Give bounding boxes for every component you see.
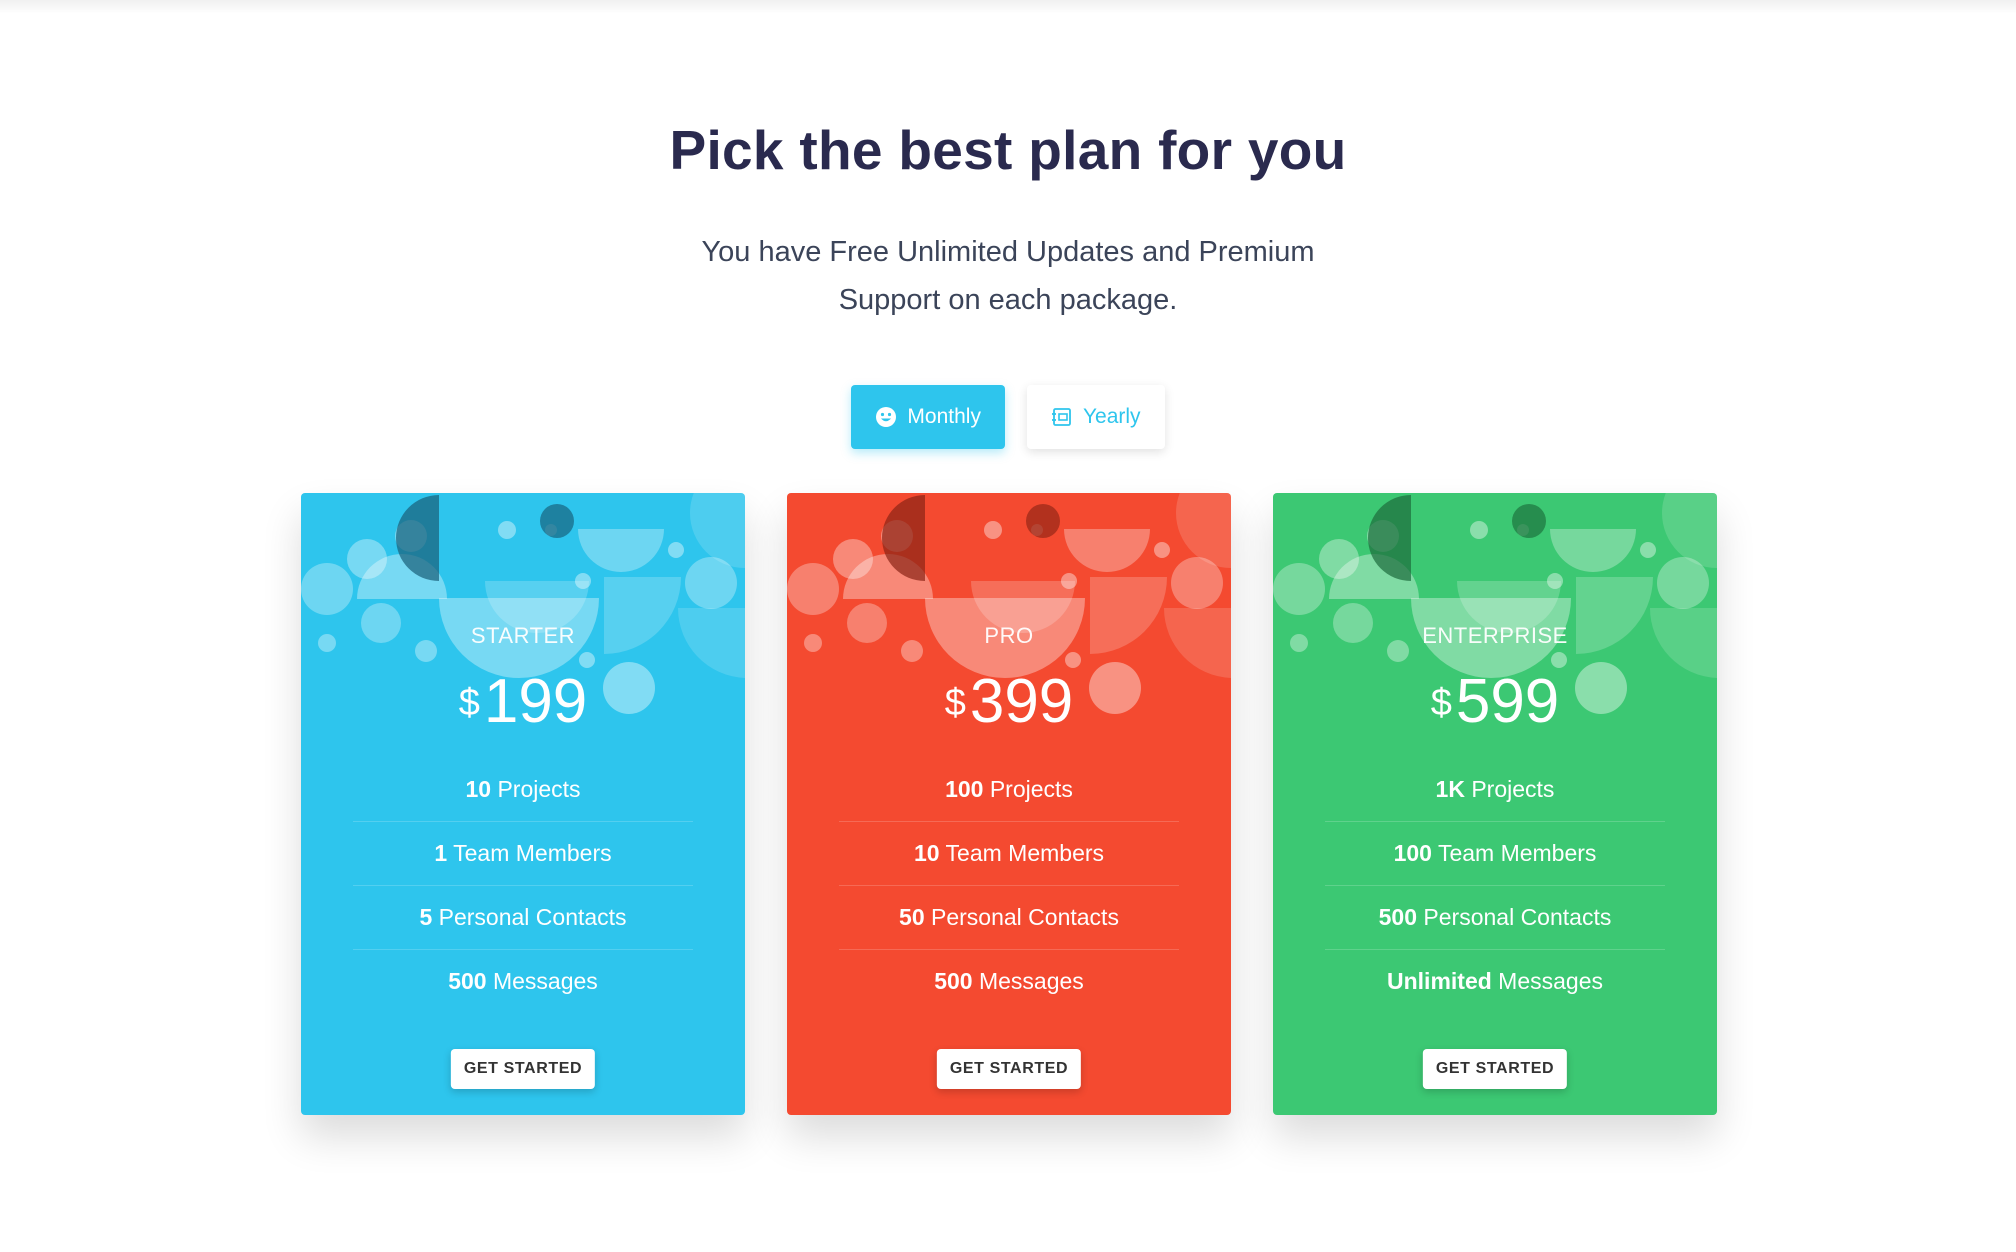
- price-amount: 599: [1455, 667, 1560, 736]
- currency-symbol: $: [458, 682, 480, 724]
- feature-item: 500 Messages: [353, 950, 693, 1013]
- plan-price: $ 399: [787, 671, 1231, 733]
- pricing-card-pro: PRO $ 399 100 Projects 10 Team Members 5…: [787, 493, 1231, 1115]
- price-amount: 399: [969, 667, 1074, 736]
- plan-name: STARTER: [470, 623, 576, 648]
- calendar-icon: [1051, 406, 1073, 428]
- billing-toggle: Monthly Yearly: [0, 385, 2016, 449]
- feature-value: 1: [434, 840, 448, 866]
- get-started-label: GET STARTED: [463, 1060, 583, 1077]
- pricing-cards: STARTER $ 199 10 Projects 1 Team Members…: [301, 493, 1717, 1115]
- feature-item: 50 Personal Contacts: [839, 886, 1179, 950]
- feature-item: 100 Projects: [839, 758, 1179, 822]
- feature-value: 10: [913, 840, 940, 866]
- page-subtitle: You have Free Unlimited Updates and Prem…: [701, 236, 1315, 316]
- pricing-card-starter: STARTER $ 199 10 Projects 1 Team Members…: [301, 493, 745, 1115]
- yearly-label: Yearly: [1082, 405, 1141, 428]
- plan-price: $ 199: [301, 671, 745, 733]
- feature-list: 10 Projects 1 Team Members 5 Personal Co…: [353, 758, 693, 1013]
- feature-value: 50: [899, 904, 925, 930]
- yearly-button[interactable]: Yearly: [1026, 385, 1165, 449]
- feature-value: Unlimited: [1387, 968, 1492, 994]
- feature-label: Projects: [989, 776, 1073, 802]
- plan-name: ENTERPRISE: [1422, 623, 1568, 648]
- price-amount: 199: [483, 667, 588, 736]
- feature-value: 100: [945, 776, 984, 802]
- feature-label: Projects: [497, 776, 581, 802]
- feature-label: Team Members: [1437, 840, 1597, 866]
- feature-label: Personal Contacts: [438, 904, 627, 930]
- feature-label: Messages: [1498, 968, 1603, 994]
- feature-label: Team Members: [945, 840, 1105, 866]
- get-started-label: GET STARTED: [1435, 1060, 1555, 1077]
- feature-item: 5 Personal Contacts: [353, 886, 693, 950]
- feature-list: 100 Projects 10 Team Members 50 Personal…: [839, 758, 1179, 1013]
- monthly-label: Monthly: [907, 405, 981, 428]
- currency-symbol: $: [944, 682, 966, 724]
- feature-value: 1K: [1435, 776, 1465, 802]
- smiley-icon: [875, 406, 897, 428]
- plan-price: $ 599: [1273, 671, 1717, 733]
- monthly-button[interactable]: Monthly: [851, 385, 1005, 449]
- get-started-button-starter[interactable]: GET STARTED: [450, 1049, 596, 1089]
- feature-value: 10: [465, 776, 492, 802]
- pricing-header: Pick the best plan for you You have Free…: [0, 118, 2016, 324]
- feature-value: 5: [419, 904, 433, 930]
- feature-item: 500 Messages: [839, 950, 1179, 1013]
- get-started-button-enterprise[interactable]: GET STARTED: [1422, 1049, 1568, 1089]
- currency-symbol: $: [1430, 682, 1452, 724]
- feature-item: 1K Projects: [1325, 758, 1665, 822]
- get-started-label: GET STARTED: [949, 1060, 1069, 1077]
- top-shadow: [0, 0, 2016, 14]
- feature-item: 10 Team Members: [839, 822, 1179, 886]
- feature-item: 100 Team Members: [1325, 822, 1665, 886]
- get-started-button-pro[interactable]: GET STARTED: [936, 1049, 1082, 1089]
- feature-label: Projects: [1471, 776, 1555, 802]
- pricing-card-enterprise: ENTERPRISE $ 599 1K Projects 100 Team Me…: [1273, 493, 1717, 1115]
- feature-label: Team Members: [453, 840, 612, 866]
- feature-item: 1 Team Members: [353, 822, 693, 886]
- feature-label: Personal Contacts: [1423, 904, 1612, 930]
- feature-label: Messages: [492, 968, 598, 994]
- feature-list: 1K Projects 100 Team Members 500 Persona…: [1325, 758, 1665, 1013]
- feature-label: Messages: [978, 968, 1084, 994]
- feature-label: Personal Contacts: [931, 904, 1119, 930]
- feature-value: 500: [934, 968, 973, 994]
- feature-value: 100: [1393, 840, 1432, 866]
- feature-value: 500: [1378, 904, 1418, 930]
- feature-item: Unlimited Messages: [1325, 950, 1665, 1013]
- feature-value: 500: [448, 968, 487, 994]
- plan-name: PRO: [984, 623, 1034, 648]
- page-title: Pick the best plan for you: [669, 119, 1347, 181]
- feature-item: 10 Projects: [353, 758, 693, 822]
- feature-item: 500 Personal Contacts: [1325, 886, 1665, 950]
